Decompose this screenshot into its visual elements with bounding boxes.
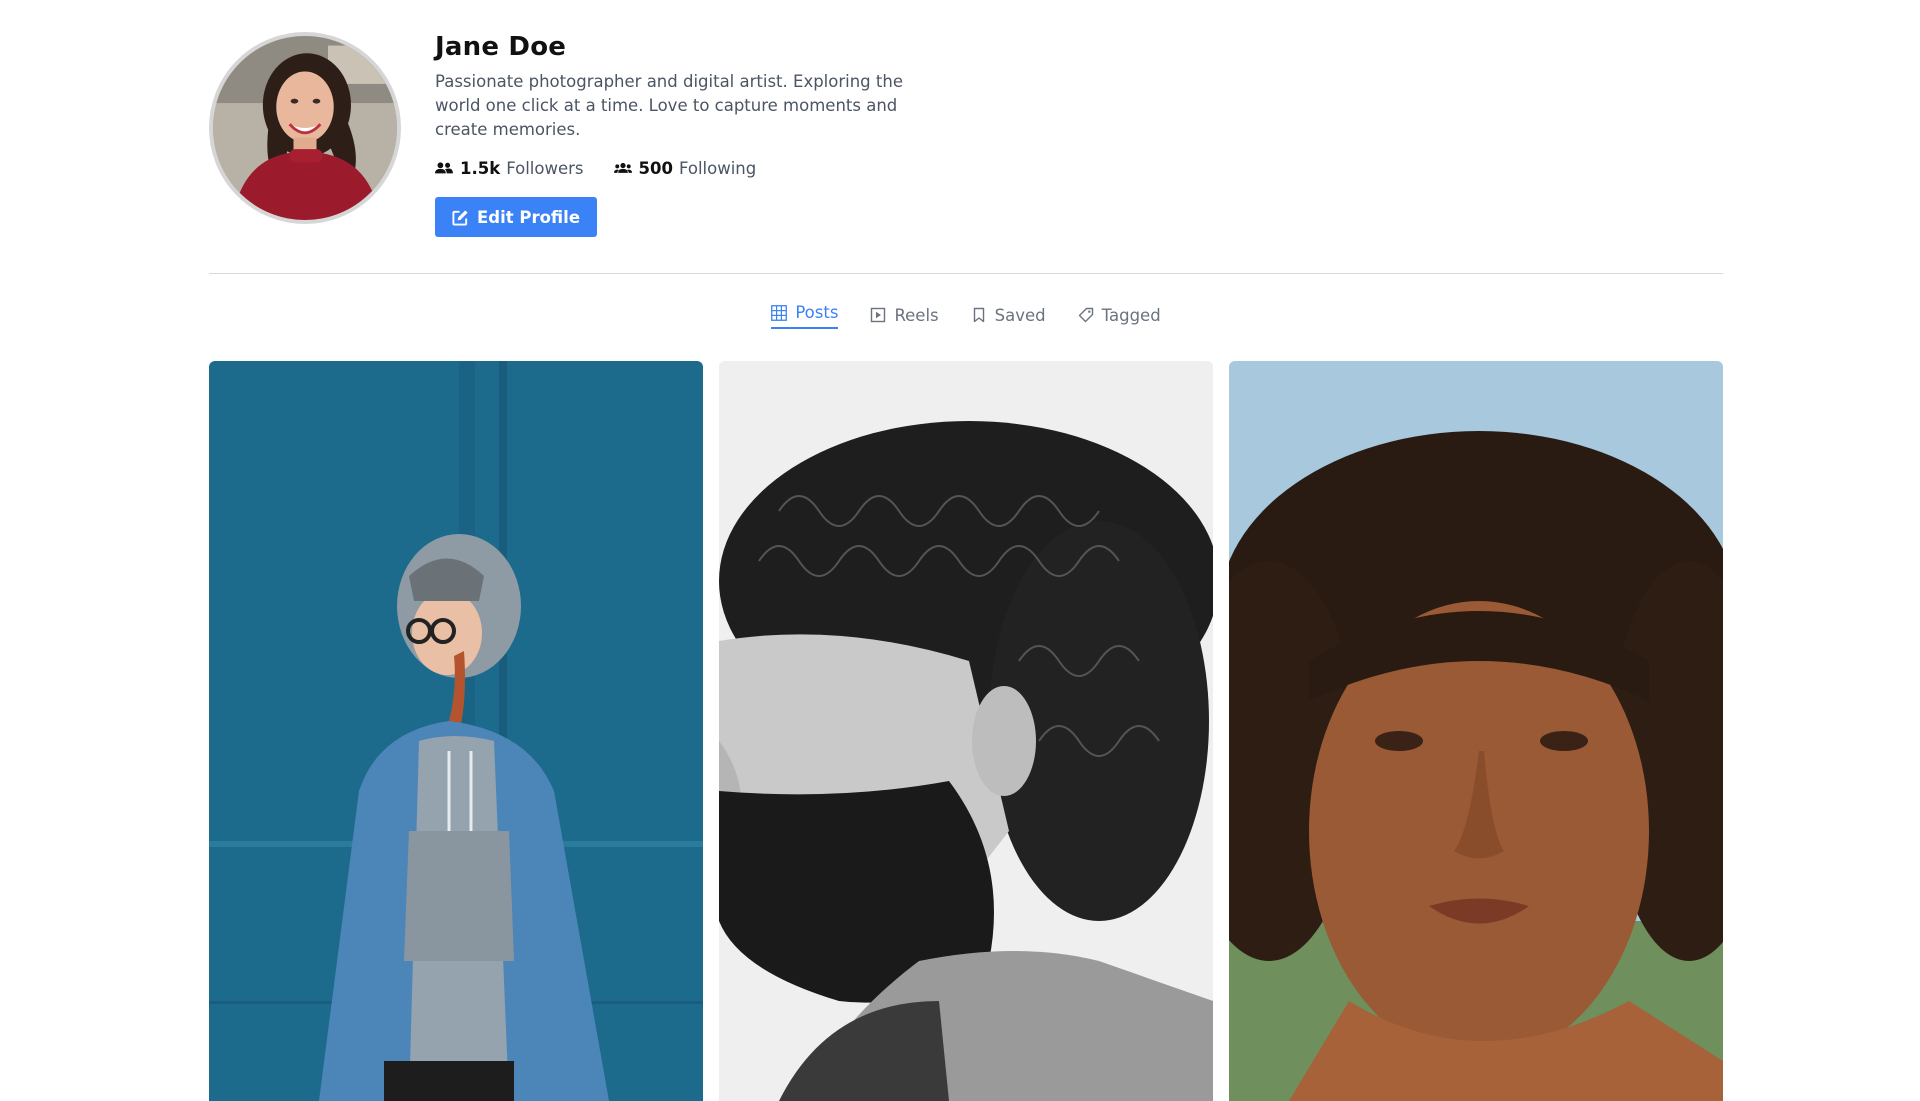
edit-icon (452, 209, 468, 226)
profile-bio: Passionate photographer and digital arti… (435, 72, 903, 139)
users-icon (613, 162, 632, 173)
tab-reels-label: Reels (894, 305, 939, 325)
following-label: Following (678, 158, 757, 178)
tab-posts-label: Posts (795, 303, 839, 322)
post-image (209, 361, 703, 1101)
followers-label: Followers (506, 158, 584, 178)
play-square-icon (871, 307, 886, 323)
user-friends-icon (435, 162, 453, 174)
posts-grid (209, 361, 1723, 1101)
tag-icon (1078, 307, 1093, 323)
followers-stat[interactable]: 1.5k Followers (435, 159, 584, 178)
following-count: 500 (638, 158, 673, 178)
profile-tabs: Posts Reels Saved Tagged (209, 296, 1723, 330)
profile-avatar[interactable] (209, 32, 401, 224)
profile-name: Jane Doe (435, 32, 567, 62)
tab-tagged-label: Tagged (1101, 305, 1161, 325)
profile-page: Jane Doe Passionate photographer and dig… (209, 0, 1723, 1101)
edit-profile-label: Edit Profile (477, 207, 581, 227)
edit-profile-button[interactable]: Edit Profile (435, 197, 598, 237)
tab-tagged[interactable]: Tagged (1078, 296, 1161, 328)
section-divider (209, 273, 1723, 274)
post-image (1229, 361, 1723, 1101)
post-thumbnail[interactable] (209, 361, 703, 1101)
profile-info: Jane Doe Passionate photographer and dig… (435, 30, 995, 237)
grid-icon (771, 304, 788, 321)
post-thumbnail[interactable] (719, 361, 1213, 1101)
following-stat[interactable]: 500 Following (613, 158, 757, 178)
followers-count: 1.5k (460, 158, 501, 178)
post-image (719, 361, 1213, 1101)
tab-saved-label: Saved (994, 305, 1046, 325)
tab-saved[interactable]: Saved (971, 296, 1046, 328)
tab-posts[interactable]: Posts (771, 296, 839, 329)
avatar-image (213, 36, 397, 220)
bookmark-icon (973, 307, 984, 323)
profile-stats: 1.5k Followers 500 Following (435, 156, 995, 180)
post-thumbnail[interactable] (1229, 361, 1723, 1101)
tab-reels[interactable]: Reels (870, 296, 939, 328)
